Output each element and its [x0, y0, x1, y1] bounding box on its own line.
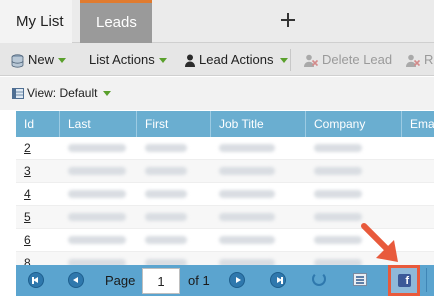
view-label: View: Default	[27, 86, 98, 100]
redacted-cell	[211, 137, 275, 160]
redacted-cell	[211, 160, 275, 183]
redacted-cell	[211, 252, 275, 265]
table-row[interactable]: 2	[16, 137, 434, 160]
column-header-last[interactable]: Last	[60, 111, 137, 137]
tab-bar: My List Leads	[0, 0, 434, 43]
pager-bar: Page of 1 f	[16, 265, 434, 296]
add-tab-icon[interactable]	[281, 13, 295, 27]
tab-leads[interactable]: Leads	[80, 0, 152, 43]
column-header-company[interactable]: Company	[306, 111, 402, 137]
first-page-button[interactable]	[28, 272, 44, 288]
redacted-cell	[306, 229, 362, 252]
page-count-label: of 1	[188, 273, 210, 288]
redacted-cell	[306, 137, 362, 160]
redacted-cell	[306, 206, 362, 229]
row-id-link[interactable]: 2	[24, 141, 31, 155]
pager-divider	[426, 268, 427, 292]
page-label: Page	[105, 273, 136, 288]
last-page-button[interactable]	[270, 272, 286, 288]
toolbar-divider	[290, 49, 291, 71]
truncated-toolbar-button[interactable]: Re	[406, 43, 434, 76]
column-header-email[interactable]: Ema	[402, 111, 434, 137]
chevron-down-icon	[158, 58, 167, 64]
list-actions-label: List Actions	[89, 52, 155, 67]
delete-lead-label: Delete Lead	[322, 52, 393, 67]
redacted-cell	[60, 252, 126, 265]
tab-my-list[interactable]: My List	[0, 0, 72, 43]
redacted-cell	[137, 206, 187, 229]
facebook-icon: f	[398, 274, 411, 287]
new-button[interactable]: New	[11, 43, 67, 76]
row-id-cell[interactable]: 6	[16, 229, 60, 252]
column-header-job-title[interactable]: Job Title	[211, 111, 306, 137]
table-row[interactable]: 5	[16, 206, 434, 229]
row-id-link[interactable]: 3	[24, 164, 31, 178]
row-id-link[interactable]: 5	[24, 210, 31, 224]
redacted-cell	[60, 206, 126, 229]
table-row[interactable]: 3	[16, 160, 434, 183]
redacted-cell	[60, 183, 126, 206]
grid-view-icon	[12, 88, 24, 100]
chevron-down-icon	[280, 58, 289, 64]
truncated-toolbar-label: Re	[424, 52, 434, 67]
delete-lead-button[interactable]: Delete Lead	[304, 43, 392, 76]
row-id-cell[interactable]: 4	[16, 183, 60, 206]
redacted-cell	[137, 229, 187, 252]
redacted-cell	[211, 229, 275, 252]
page-number-input[interactable]	[142, 268, 180, 294]
table-row[interactable]: 6	[16, 229, 434, 252]
delete-person-icon	[304, 54, 318, 68]
facebook-button[interactable]: f	[388, 265, 420, 296]
redacted-cell	[306, 183, 362, 206]
view-selector[interactable]: View: Default	[12, 86, 112, 100]
person-icon	[185, 54, 195, 68]
redacted-cell	[60, 229, 126, 252]
table-row[interactable]: 4	[16, 183, 434, 206]
list-actions-button[interactable]: List Actions	[89, 43, 167, 76]
row-id-link[interactable]: 8	[24, 256, 31, 265]
new-label: New	[28, 52, 55, 67]
column-header-id[interactable]: Id	[16, 111, 60, 137]
delete-person-icon	[406, 54, 420, 68]
row-id-cell[interactable]: 3	[16, 160, 60, 183]
chevron-down-icon	[103, 91, 112, 97]
redacted-cell	[306, 252, 362, 265]
row-id-link[interactable]: 4	[24, 187, 31, 201]
refresh-icon[interactable]	[312, 272, 326, 286]
redacted-cell	[211, 183, 275, 206]
previous-page-button[interactable]	[68, 272, 84, 288]
row-id-cell[interactable]: 8	[16, 252, 60, 265]
redacted-cell	[211, 206, 275, 229]
lead-actions-label: Lead Actions	[199, 52, 274, 67]
row-id-link[interactable]: 6	[24, 233, 31, 247]
grid-header: Id Last First Job Title Company Ema	[16, 111, 434, 137]
view-bar: View: Default	[0, 77, 434, 110]
next-page-button[interactable]	[229, 272, 245, 288]
chevron-down-icon	[58, 58, 67, 64]
table-row[interactable]: 8	[16, 252, 434, 265]
redacted-cell	[60, 137, 126, 160]
redacted-cell	[306, 160, 362, 183]
row-id-cell[interactable]: 5	[16, 206, 60, 229]
leads-grid: Id Last First Job Title Company Ema 2 3 …	[16, 111, 434, 265]
lead-actions-button[interactable]: Lead Actions	[185, 43, 289, 76]
redacted-cell	[137, 183, 187, 206]
row-id-cell[interactable]: 2	[16, 137, 60, 160]
toolbar: New List Actions Lead Actions Delete Lea…	[0, 43, 434, 76]
redacted-cell	[60, 160, 126, 183]
redacted-cell	[137, 160, 187, 183]
redacted-cell	[137, 137, 187, 160]
redacted-cell	[137, 252, 187, 265]
column-header-first[interactable]: First	[137, 111, 211, 137]
export-grid-icon[interactable]	[353, 273, 367, 286]
database-icon	[11, 53, 24, 68]
